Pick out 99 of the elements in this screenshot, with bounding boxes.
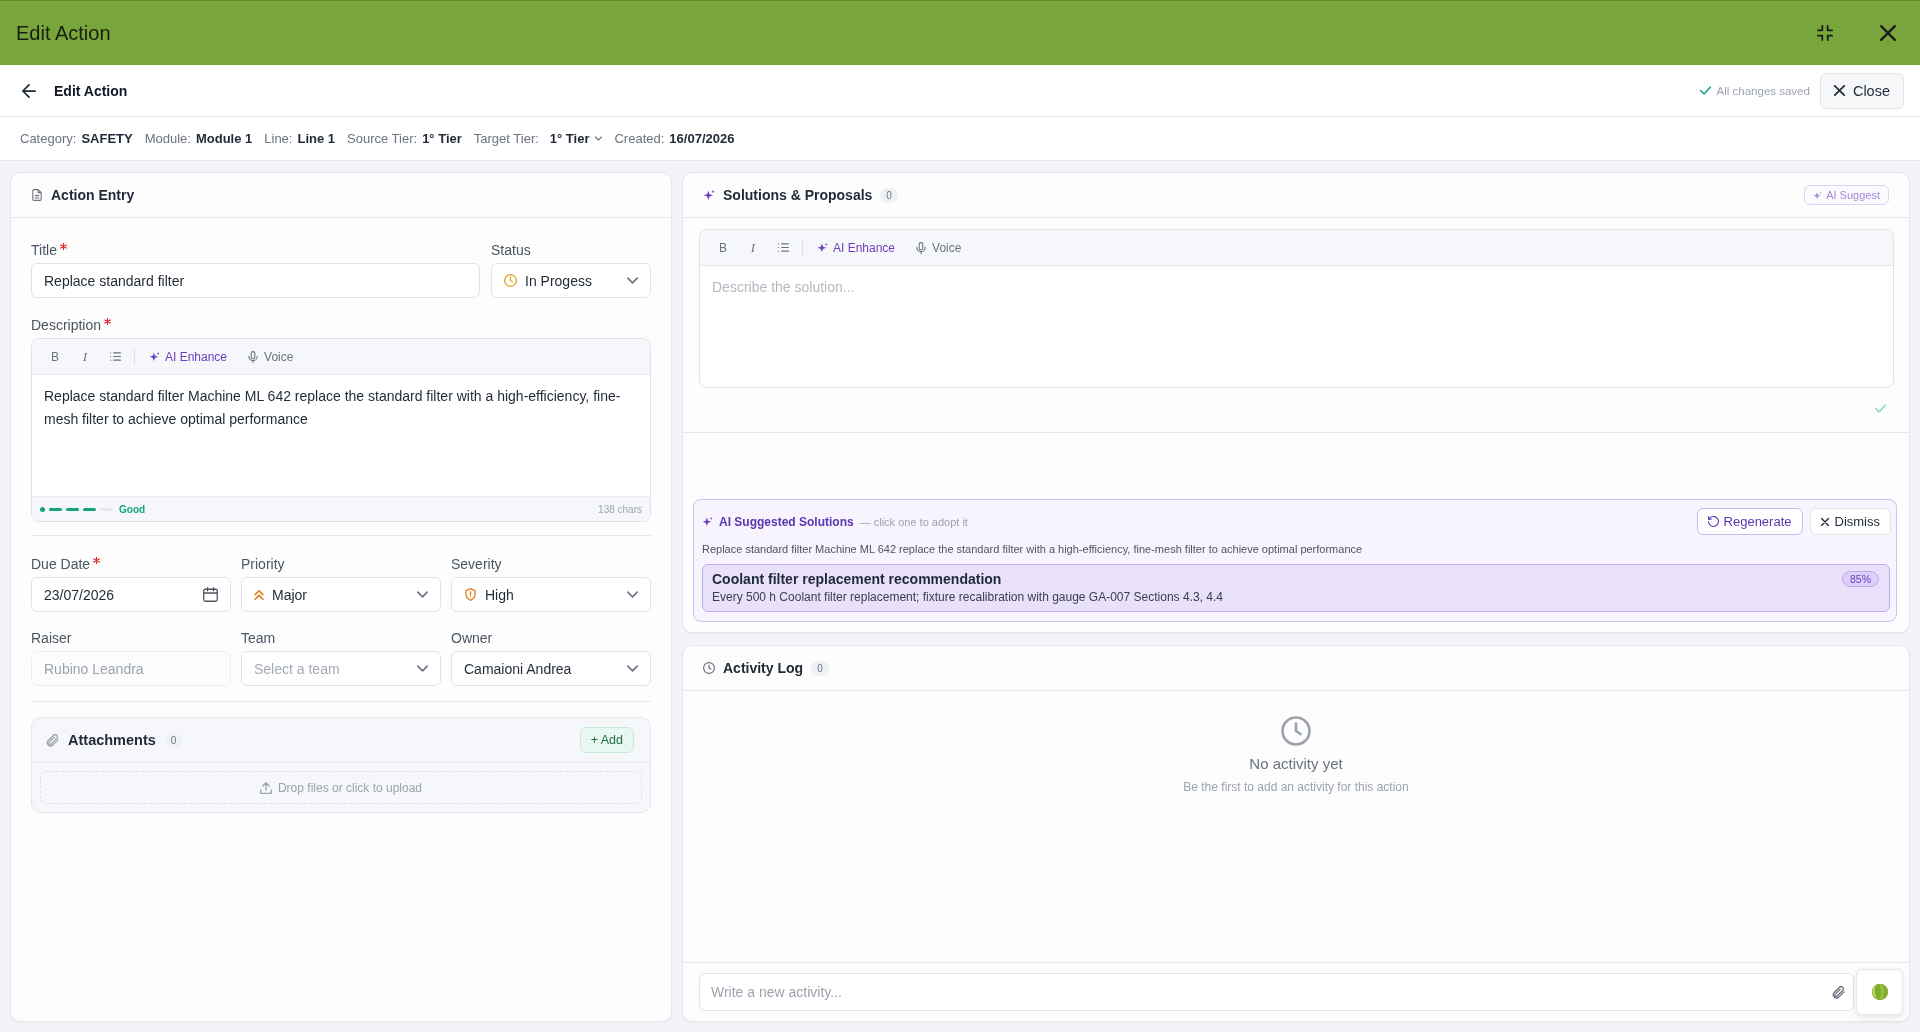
field-label: Owner bbox=[451, 629, 493, 647]
suggestion-title: Coolant filter replacement recommendation bbox=[712, 571, 1002, 587]
chevron-down-icon bbox=[627, 275, 638, 286]
ai-enhance-button[interactable]: AI Enhance bbox=[143, 344, 234, 369]
save-status: All changes saved bbox=[1716, 84, 1810, 97]
suggestion-text: Every 500 h Coolant filter replacement; fixture recalibration with gauge GA-007 Sections 4.3, 4.4 bbox=[712, 590, 1224, 604]
suggestion-card[interactable]: Coolant filter replacement recommendation 85% Every 500 h Coolant filter replacement; fixture recalibration with gauge GA-007 Sections 4.3, 4.4 bbox=[702, 564, 1890, 612]
back-button[interactable] bbox=[22, 83, 36, 98]
page-title: Edit Action bbox=[54, 82, 128, 99]
field-label: Severity bbox=[451, 555, 502, 573]
count-badge: 0 bbox=[880, 187, 898, 203]
description-field[interactable]: Replace standard filter Machine ML 642 replace the standard filter with a high-efficiency, fine-mesh filter to achieve optimal performance bbox=[32, 375, 650, 496]
panel-title: Action Entry bbox=[51, 187, 135, 203]
meta-value: 16/07/2026 bbox=[669, 131, 735, 146]
severity-select[interactable]: High bbox=[451, 577, 651, 612]
paperclip-icon bbox=[46, 733, 59, 747]
shield-icon bbox=[464, 588, 477, 601]
title-input[interactable]: Replace standard filter bbox=[31, 263, 480, 298]
check-icon bbox=[1699, 85, 1711, 96]
send-button[interactable] bbox=[1856, 969, 1903, 1015]
field-label: Raiser bbox=[31, 629, 72, 647]
collapse-icon bbox=[1817, 25, 1833, 41]
char-count: 138 chars bbox=[598, 503, 642, 515]
field-label: Priority bbox=[241, 555, 285, 573]
count-badge: 0 bbox=[811, 660, 829, 676]
meta-label: Category: bbox=[20, 131, 77, 146]
close-button[interactable] bbox=[1880, 25, 1896, 41]
voice-button[interactable]: Voice bbox=[909, 235, 968, 260]
sparkle-icon bbox=[149, 351, 160, 362]
upload-icon bbox=[259, 781, 272, 794]
calendar-icon bbox=[203, 587, 218, 602]
meta-label: Target Tier: bbox=[473, 131, 539, 146]
meta-label: Source Tier: bbox=[347, 131, 418, 146]
dismiss-button[interactable]: Dismiss bbox=[1809, 508, 1891, 535]
field-label: Description bbox=[31, 316, 102, 334]
refresh-icon bbox=[1707, 516, 1719, 527]
chevron-down-icon bbox=[417, 663, 428, 674]
chevron-down-icon bbox=[595, 135, 603, 142]
close-icon bbox=[1833, 85, 1845, 96]
double-chevron-up-icon bbox=[254, 589, 264, 600]
list-icon bbox=[777, 242, 789, 253]
field-label: Title bbox=[31, 241, 57, 259]
add-button[interactable]: + Add bbox=[579, 727, 634, 753]
clock-icon bbox=[1281, 716, 1311, 746]
date-input[interactable]: 23/07/2026 bbox=[31, 577, 231, 612]
close-button[interactable]: Close bbox=[1819, 72, 1904, 109]
orb-icon bbox=[1870, 983, 1889, 1001]
ai-suggestions-title: AI Suggested Solutions bbox=[719, 514, 854, 529]
collapse-button[interactable] bbox=[1817, 25, 1833, 41]
chevron-down-icon bbox=[417, 589, 428, 600]
priority-select[interactable]: Major bbox=[241, 577, 441, 612]
meta-value: 1° Tier bbox=[422, 131, 462, 146]
meta-label: Module: bbox=[144, 131, 191, 146]
tier-dropdown[interactable]: 1° Tier bbox=[549, 131, 603, 146]
meta-value: Module 1 bbox=[195, 131, 253, 146]
paperclip-icon[interactable] bbox=[1832, 985, 1845, 999]
empty-state-title: No activity yet bbox=[1249, 755, 1343, 772]
meta-value: Line 1 bbox=[297, 131, 336, 146]
sparkle-icon bbox=[702, 516, 713, 527]
attachments-title: Attachments bbox=[68, 732, 156, 748]
back-arrow-icon bbox=[22, 83, 36, 98]
owner-select[interactable]: Camaioni Andrea bbox=[451, 651, 651, 686]
microphone-icon bbox=[915, 241, 928, 254]
close-icon bbox=[1820, 517, 1829, 526]
list-icon bbox=[109, 351, 121, 362]
panel-title: Activity Log bbox=[723, 660, 804, 676]
meta-label: Line: bbox=[264, 131, 293, 146]
meta-label: Created: bbox=[614, 131, 665, 146]
ai-enhance-button[interactable]: AI Enhance bbox=[811, 235, 902, 260]
field-label: Team bbox=[241, 629, 276, 647]
quality-label: Good bbox=[119, 503, 146, 515]
field-label: Status bbox=[491, 241, 531, 259]
bold-button[interactable]: B bbox=[712, 235, 734, 260]
clock-icon bbox=[504, 274, 517, 287]
chevron-down-icon bbox=[627, 663, 638, 674]
sparkle-icon bbox=[703, 189, 715, 201]
close-icon bbox=[1880, 25, 1896, 41]
window-title: Edit Action bbox=[16, 21, 111, 45]
bold-button[interactable]: B bbox=[44, 344, 66, 369]
sparkle-icon bbox=[817, 242, 828, 253]
italic-button[interactable]: I bbox=[74, 344, 96, 369]
sparkle-icon bbox=[1813, 190, 1823, 200]
voice-button[interactable]: Voice bbox=[241, 344, 300, 369]
italic-button[interactable]: I bbox=[742, 235, 764, 260]
confidence-badge: 85% bbox=[1842, 571, 1879, 587]
panel-title: Solutions & Proposals bbox=[723, 187, 873, 203]
empty-state-text: Be the first to add an activity for this action bbox=[1183, 780, 1409, 794]
meta-value: SAFETY bbox=[81, 131, 133, 146]
ai-suggestions-hint: — click one to adopt it bbox=[859, 515, 968, 528]
raiser-input: Rubino Leandra bbox=[31, 651, 231, 686]
suggestion-context: Replace standard filter Machine ML 642 replace the standard filter with a high-efficiency, fine-mesh filter to achieve optimal performance bbox=[702, 543, 1364, 555]
regenerate-button[interactable]: Regenerate bbox=[1696, 508, 1803, 535]
field-label: Due Date bbox=[31, 555, 91, 573]
clock-icon bbox=[703, 662, 715, 674]
status-select[interactable]: In Progess bbox=[491, 263, 651, 298]
document-icon bbox=[31, 189, 43, 201]
microphone-icon bbox=[247, 350, 260, 363]
count-badge: 0 bbox=[164, 732, 183, 748]
chevron-down-icon bbox=[627, 589, 638, 600]
